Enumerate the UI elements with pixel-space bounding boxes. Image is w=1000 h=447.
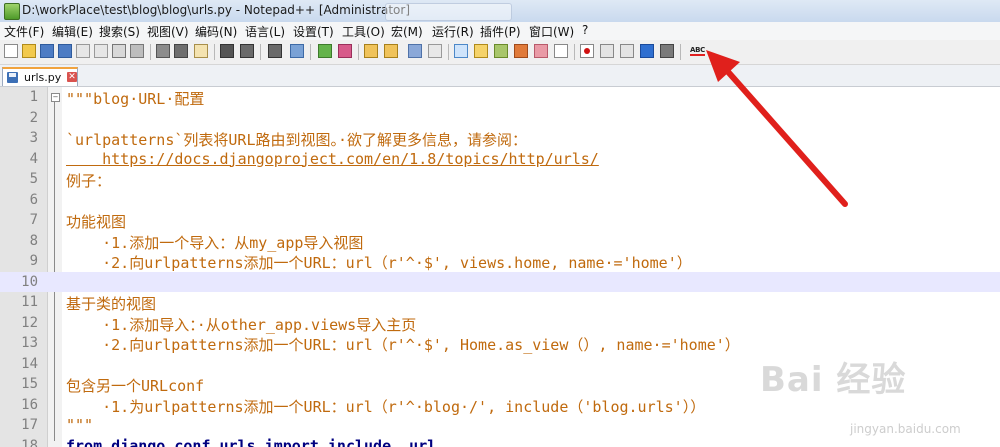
annotation-arrow-icon	[706, 50, 848, 207]
